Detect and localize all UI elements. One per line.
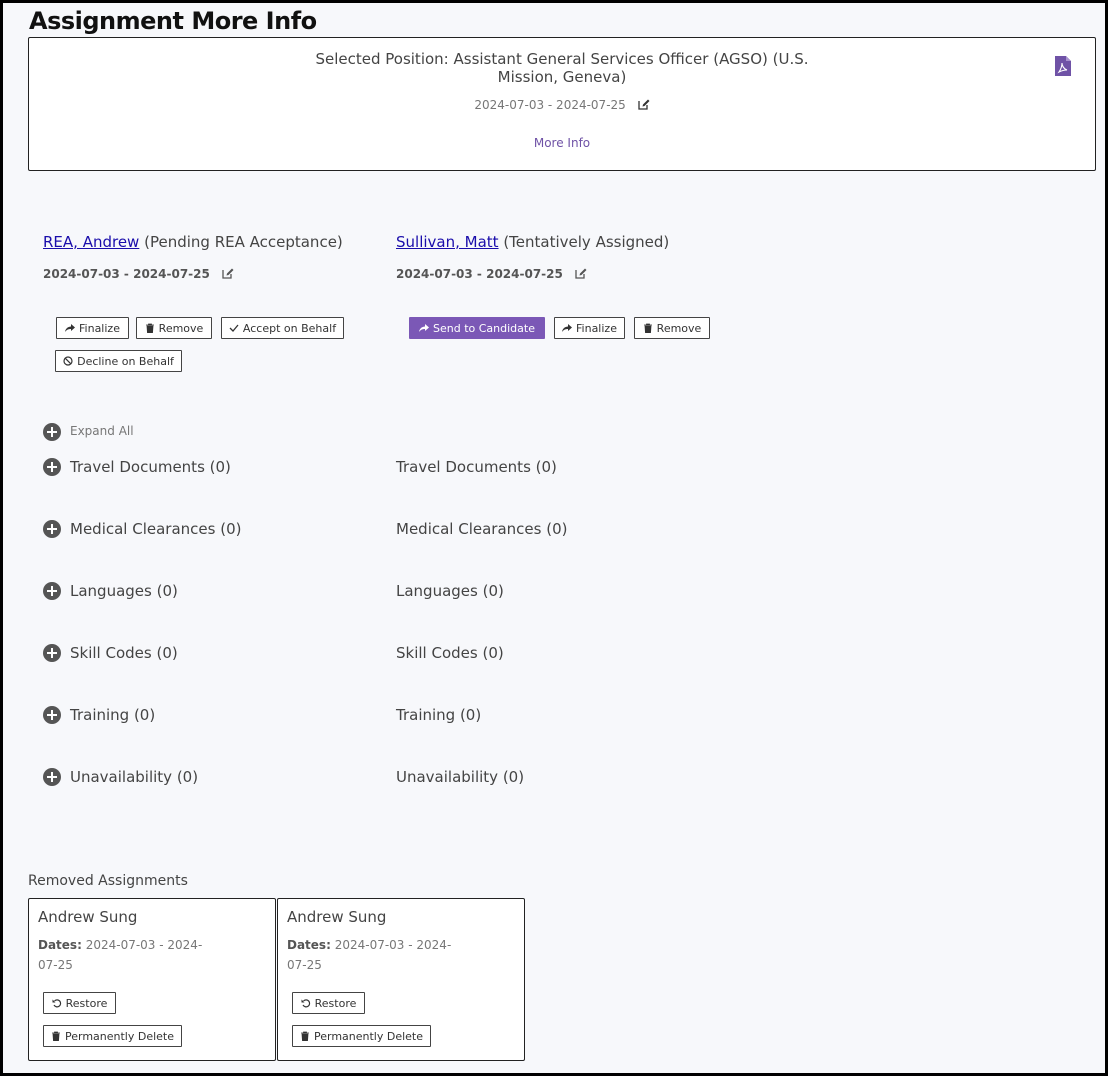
more-info-link[interactable]: More Info [29, 136, 1095, 150]
section-unavailability[interactable]: Unavailability (0) [70, 768, 198, 786]
expand-training-plus-icon[interactable] [43, 706, 61, 724]
position-dates: 2024-07-03 - 2024-07-25 [29, 98, 1095, 112]
removed-assignment-card: Andrew Sung Dates: 2024-07-03 - 2024- 07… [277, 898, 525, 1061]
candidate-status: (Tentatively Assigned) [503, 233, 670, 251]
trash-icon [643, 323, 652, 333]
candidate-rea: REA, Andrew (Pending REA Acceptance) 202… [43, 233, 343, 281]
removed-assignments-title: Removed Assignments [28, 873, 188, 889]
pdf-icon[interactable] [1055, 56, 1071, 76]
section-travel-documents: Travel Documents (0) [396, 458, 557, 476]
expand-all-link[interactable]: Expand All [70, 424, 134, 438]
expand-skill-codes-plus-icon[interactable] [43, 644, 61, 662]
permanently-delete-button[interactable]: Permanently Delete [292, 1025, 431, 1047]
expand-languages-plus-icon[interactable] [43, 582, 61, 600]
remove-button[interactable]: Remove [634, 317, 710, 339]
removed-name: Andrew Sung [287, 908, 387, 926]
finalize-button[interactable]: Finalize [56, 317, 129, 339]
section-medical-clearances: Medical Clearances (0) [396, 520, 568, 538]
section-languages: Languages (0) [396, 582, 504, 600]
candidate-dates: 2024-07-03 - 2024-07-25 [396, 267, 563, 281]
edit-icon[interactable] [575, 267, 587, 279]
share-arrow-icon [65, 324, 76, 332]
section-travel-documents[interactable]: Travel Documents (0) [70, 458, 231, 476]
position-title: Selected Position: Assistant General Ser… [315, 50, 809, 86]
section-languages[interactable]: Languages (0) [70, 582, 178, 600]
candidate-dates: 2024-07-03 - 2024-07-25 [43, 267, 210, 281]
removed-name: Andrew Sung [38, 908, 138, 926]
edit-icon[interactable] [222, 267, 234, 279]
candidate-sullivan: Sullivan, Matt (Tentatively Assigned) 20… [396, 233, 669, 281]
edit-icon[interactable] [637, 98, 650, 110]
section-skill-codes: Skill Codes (0) [396, 644, 504, 662]
share-arrow-icon [562, 324, 573, 332]
expand-unavailability-plus-icon[interactable] [43, 768, 61, 786]
undo-icon [301, 999, 310, 1008]
check-icon [229, 324, 239, 332]
selected-position-card: Selected Position: Assistant General Ser… [28, 37, 1096, 171]
accept-on-behalf-button[interactable]: Accept on Behalf [221, 317, 344, 339]
section-training[interactable]: Training (0) [70, 706, 155, 724]
trash-icon [145, 323, 154, 333]
section-unavailability: Unavailability (0) [396, 768, 525, 786]
expand-all-plus-icon[interactable] [43, 423, 61, 441]
send-to-candidate-button[interactable]: Send to Candidate [409, 317, 545, 339]
trash-icon [51, 1031, 60, 1041]
section-training: Training (0) [396, 706, 482, 724]
undo-icon [52, 999, 61, 1008]
expand-medical-clearances-plus-icon[interactable] [43, 520, 61, 538]
candidate-name-link[interactable]: REA, Andrew [43, 233, 139, 251]
share-arrow-icon [419, 324, 429, 332]
removed-dates: Dates: 2024-07-03 - 2024- 07-25 [287, 938, 452, 972]
section-skill-codes[interactable]: Skill Codes (0) [70, 644, 178, 662]
finalize-button[interactable]: Finalize [554, 317, 625, 339]
permanently-delete-button[interactable]: Permanently Delete [43, 1025, 182, 1047]
expand-travel-documents-plus-icon[interactable] [43, 458, 61, 476]
removed-dates: Dates: 2024-07-03 - 2024- 07-25 [38, 938, 203, 972]
restore-button[interactable]: Restore [43, 992, 116, 1014]
ban-icon [63, 356, 73, 366]
remove-button[interactable]: Remove [136, 317, 212, 339]
candidate-name-link[interactable]: Sullivan, Matt [396, 233, 499, 251]
section-medical-clearances[interactable]: Medical Clearances (0) [70, 520, 241, 538]
removed-assignment-card: Andrew Sung Dates: 2024-07-03 - 2024- 07… [28, 898, 276, 1061]
trash-icon [300, 1031, 309, 1041]
page-title: Assignment More Info [29, 7, 317, 35]
candidate-status: (Pending REA Acceptance) [144, 233, 343, 251]
restore-button[interactable]: Restore [292, 992, 365, 1014]
decline-on-behalf-button[interactable]: Decline on Behalf [55, 350, 182, 372]
